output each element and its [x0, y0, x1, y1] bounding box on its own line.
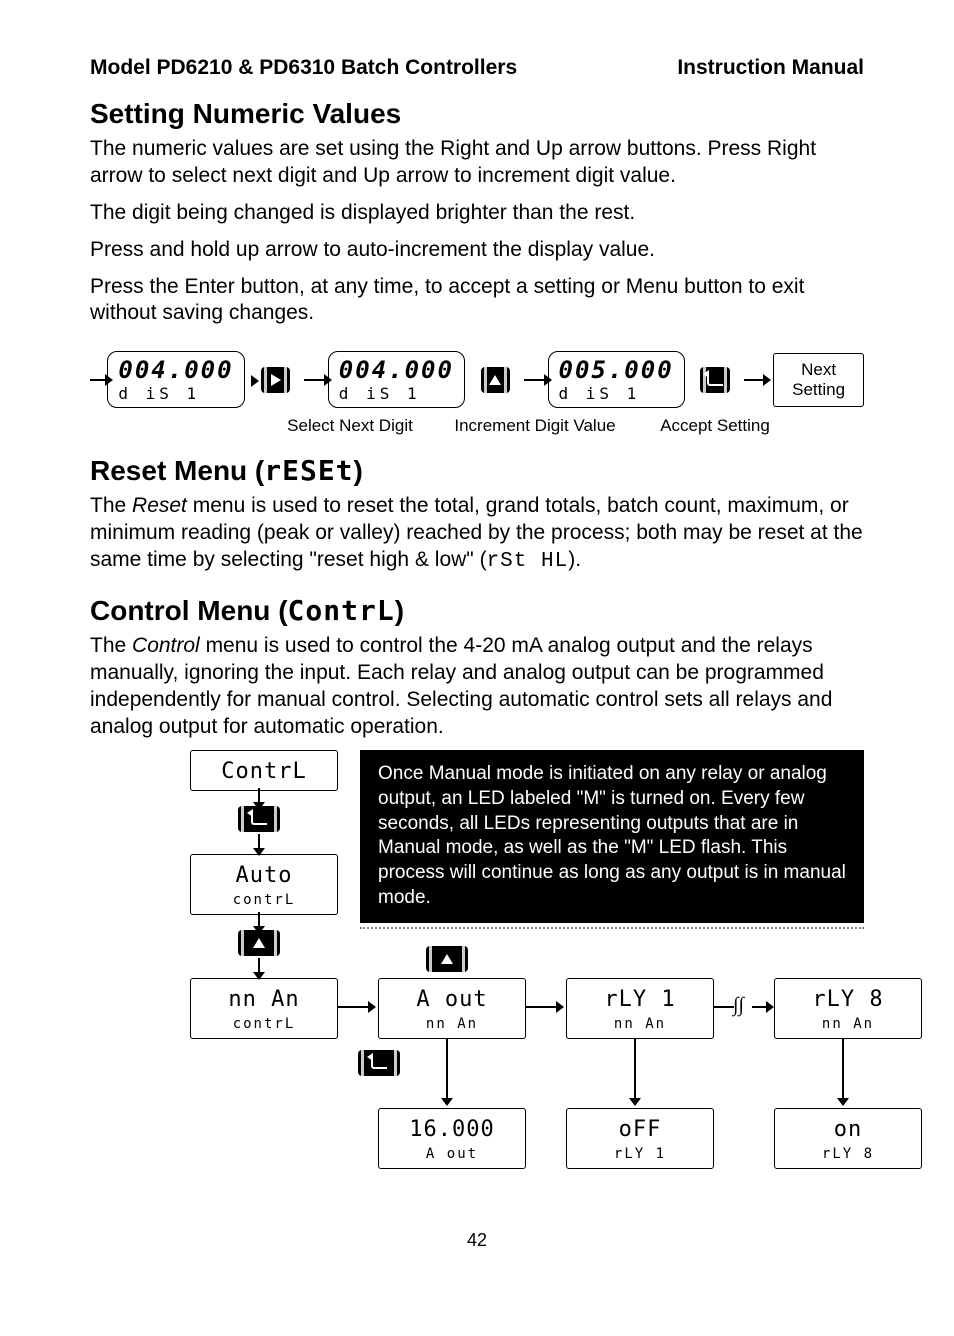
section2-title: Reset Menu (rESEt)	[90, 454, 864, 487]
arrow-icon	[258, 958, 260, 972]
arrow-icon	[524, 379, 544, 381]
menu-box-off: oFF rLY 1	[566, 1108, 714, 1169]
arrow-icon	[258, 788, 260, 802]
menu-box-auto-line1: Auto	[199, 863, 329, 888]
section1-para4: Press the Enter button, at any time, to …	[90, 274, 864, 328]
section3-text-1: The	[90, 634, 132, 657]
section3-title-prefix: Control Menu (	[90, 595, 288, 626]
display-box-2-line1: 004.000	[339, 358, 454, 382]
arrow-icon	[446, 1038, 448, 1098]
right-arrow-button-icon	[261, 367, 290, 393]
ellipsis-squiggle-icon: ∫∫	[733, 994, 744, 1017]
menu-box-off-line2: rLY 1	[575, 1146, 705, 1162]
section2-text-1: The	[90, 494, 132, 517]
display-box-1: 004.000 d iS 1	[107, 351, 244, 408]
arrow-icon	[744, 379, 764, 381]
menu-box-man-control-line1: nn An	[199, 987, 329, 1012]
up-arrow-button-icon	[238, 930, 280, 956]
header-right: Instruction Manual	[677, 56, 864, 80]
section1-para1: The numeric values are set using the Rig…	[90, 136, 864, 190]
menu-box-16000: 16.000 A out	[378, 1108, 526, 1169]
arrow-icon	[752, 1006, 766, 1008]
section2-title-seg: rESEt	[264, 454, 353, 487]
menu-box-rly1-line2: nn An	[575, 1016, 705, 1032]
menu-box-rly8-line2: nn An	[783, 1016, 913, 1032]
menu-box-rly8-line1: rLY 8	[783, 987, 913, 1012]
up-arrow-button-icon	[481, 367, 510, 393]
section2-para: The Reset menu is used to reset the tota…	[90, 493, 864, 576]
label-increment-digit: Increment Digit Value	[440, 416, 630, 436]
section2-text-2: menu is used to reset the total, grand t…	[90, 494, 863, 571]
menu-box-on: on rLY 8	[774, 1108, 922, 1169]
arrow-icon	[338, 1006, 368, 1008]
menu-box-rly1: rLY 1 nn An	[566, 978, 714, 1039]
menu-box-man-control: nn An contrL	[190, 978, 338, 1039]
menu-box-aout-line1: A out	[387, 987, 517, 1012]
label-select-next-digit: Select Next Digit	[260, 416, 440, 436]
arrow-icon	[634, 1038, 636, 1098]
section3-para: The Control menu is used to control the …	[90, 633, 864, 741]
section3-text-italic: Control	[132, 634, 200, 657]
enter-button-icon	[358, 1050, 400, 1076]
menu-box-contrl-line1: ContrL	[199, 759, 329, 784]
menu-box-on-line2: rLY 8	[783, 1146, 913, 1162]
menu-box-16000-line2: A out	[387, 1146, 517, 1162]
display-box-1-line2: d iS 1	[118, 384, 233, 403]
display-box-2-line2: d iS 1	[339, 384, 454, 403]
header-left: Model PD6210 & PD6310 Batch Controllers	[90, 56, 517, 80]
numeric-flow-diagram: 004.000 d iS 1 004.000 d iS 1 005.000 d …	[90, 351, 864, 436]
arrow-icon	[258, 912, 260, 926]
display-box-3-line1: 005.000	[559, 358, 674, 382]
section1-para2: The digit being changed is displayed bri…	[90, 200, 864, 227]
enter-button-icon	[700, 367, 729, 393]
arrow-icon	[842, 1038, 844, 1098]
menu-box-contrl: ContrL	[190, 750, 338, 791]
section3-title: Control Menu (ContrL)	[90, 594, 864, 627]
menu-box-aout: A out nn An	[378, 978, 526, 1039]
section2-text-italic: Reset	[132, 494, 187, 517]
control-flow-diagram: ContrL Once Manual mode is initiated on …	[90, 750, 864, 1210]
menu-box-off-line1: oFF	[575, 1117, 705, 1142]
menu-box-aout-line2: nn An	[387, 1016, 517, 1032]
section3-title-seg: ContrL	[288, 594, 395, 627]
section1-title: Setting Numeric Values	[90, 98, 864, 130]
section2-text-3: ).	[568, 548, 581, 571]
menu-box-auto: Auto contrL	[190, 854, 338, 915]
up-arrow-button-icon	[426, 946, 468, 972]
display-box-1-line1: 004.000	[118, 358, 233, 382]
next-setting-box: Next Setting	[773, 353, 864, 407]
section3-text-2: menu is used to control the 4-20 mA anal…	[90, 634, 832, 738]
label-accept-setting: Accept Setting	[630, 416, 800, 436]
arrow-icon	[304, 379, 324, 381]
arrow-icon	[90, 379, 105, 381]
callout-manual-mode: Once Manual mode is initiated on any rel…	[360, 750, 864, 922]
menu-box-on-line1: on	[783, 1117, 913, 1142]
enter-button-icon	[238, 806, 280, 832]
section2-text-seg: rSt HL	[487, 550, 569, 573]
menu-box-16000-line1: 16.000	[387, 1117, 517, 1142]
arrow-icon	[258, 834, 260, 848]
section2-title-prefix: Reset Menu (	[90, 455, 264, 486]
menu-box-auto-line2: contrL	[199, 892, 329, 908]
display-box-3: 005.000 d iS 1	[548, 351, 685, 408]
display-box-3-line2: d iS 1	[559, 384, 674, 403]
line	[714, 1006, 734, 1008]
section3-title-suffix: )	[395, 595, 404, 626]
page-number: 42	[90, 1230, 864, 1251]
section2-title-suffix: )	[354, 455, 363, 486]
menu-box-rly1-line1: rLY 1	[575, 987, 705, 1012]
divider-dotted	[360, 927, 864, 929]
menu-box-man-control-line2: contrL	[199, 1016, 329, 1032]
arrow-icon	[526, 1006, 556, 1008]
menu-box-rly8: rLY 8 nn An	[774, 978, 922, 1039]
display-box-2: 004.000 d iS 1	[328, 351, 465, 408]
section1-para3: Press and hold up arrow to auto-incremen…	[90, 237, 864, 264]
